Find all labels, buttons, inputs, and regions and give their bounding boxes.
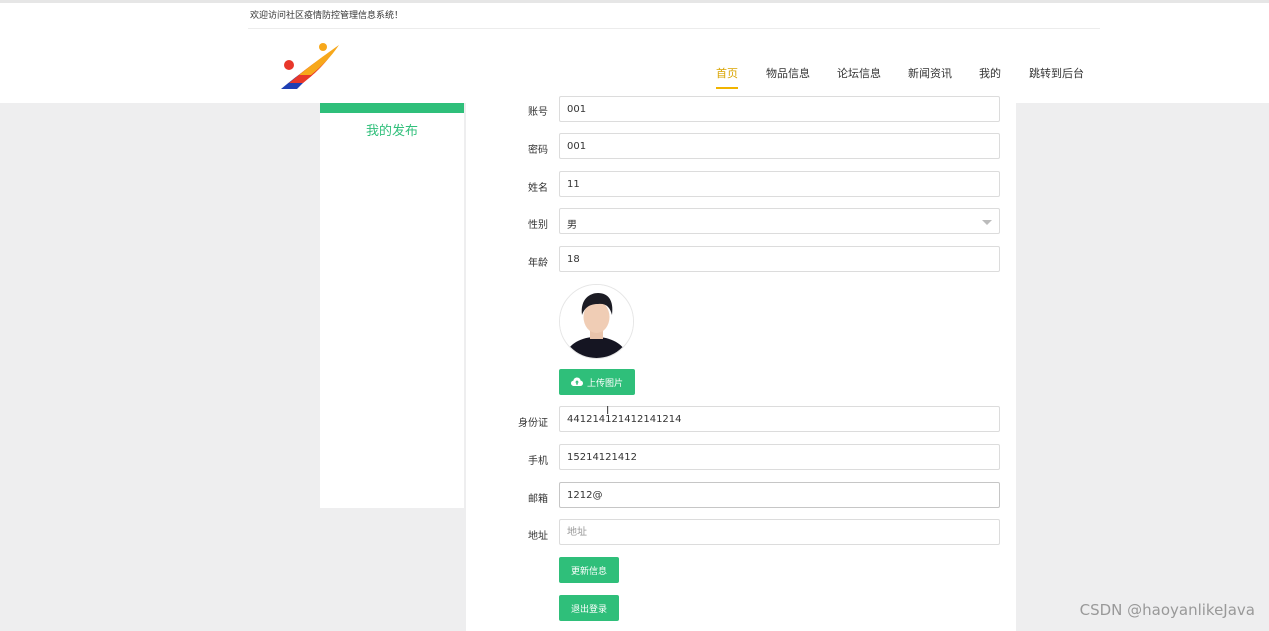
address-label: 地址: [528, 531, 548, 542]
upload-image-button[interactable]: 上传图片: [559, 369, 636, 395]
email-label: 邮箱: [528, 494, 548, 505]
upload-image-label: 上传图片: [587, 378, 624, 389]
id-card-label: 身份证: [518, 418, 548, 429]
avatar-portrait-icon: [560, 285, 633, 358]
site-header: 欢迎访问社区疫情防控管理信息系统！ 首页 物品信息 论坛信息 新闻资讯 我的 跳…: [0, 3, 1269, 103]
phone-field[interactable]: [559, 444, 1000, 470]
age-label: 年龄: [528, 258, 548, 269]
gender-value: 男: [567, 220, 577, 231]
chevron-down-icon: [982, 220, 992, 225]
account-field[interactable]: [559, 96, 1000, 122]
header-divider: [248, 28, 1100, 29]
watermark: CSDN @haoyanlikeJava: [1079, 601, 1255, 619]
password-label: 密码: [528, 145, 548, 156]
phone-label: 手机: [528, 456, 548, 467]
nav-news[interactable]: 新闻资讯: [908, 65, 952, 87]
name-label: 姓名: [528, 183, 548, 194]
nav-items-info[interactable]: 物品信息: [766, 65, 810, 87]
sidebar: 我的发布: [320, 103, 464, 508]
nav-home[interactable]: 首页: [716, 65, 738, 89]
nav-admin[interactable]: 跳转到后台: [1029, 65, 1084, 87]
sidebar-item-my-posts[interactable]: 我的发布: [320, 120, 464, 139]
name-field[interactable]: [559, 171, 1000, 197]
avatar: [559, 284, 634, 359]
address-field[interactable]: [559, 519, 1000, 545]
cloud-upload-icon: [571, 377, 583, 386]
update-info-button[interactable]: 更新信息: [559, 557, 620, 583]
age-field[interactable]: [559, 246, 1000, 272]
id-card-field[interactable]: [559, 406, 1000, 432]
password-field[interactable]: [559, 133, 1000, 159]
logout-button[interactable]: 退出登录: [559, 595, 620, 621]
gender-select[interactable]: 男: [559, 208, 1000, 234]
site-logo-icon[interactable]: [275, 39, 345, 95]
nav-forum[interactable]: 论坛信息: [837, 65, 881, 87]
email-field[interactable]: [559, 482, 1000, 508]
gender-label: 性别: [528, 220, 548, 231]
text-cursor-icon: I: [606, 404, 610, 417]
nav-mine[interactable]: 我的: [979, 65, 1001, 87]
welcome-text: 欢迎访问社区疫情防控管理信息系统！: [250, 11, 404, 21]
account-label: 账号: [528, 107, 548, 118]
sidebar-accent-bar: [320, 103, 464, 113]
profile-form: 账号 密码 姓名 性别 男 年龄: [466, 96, 1016, 631]
